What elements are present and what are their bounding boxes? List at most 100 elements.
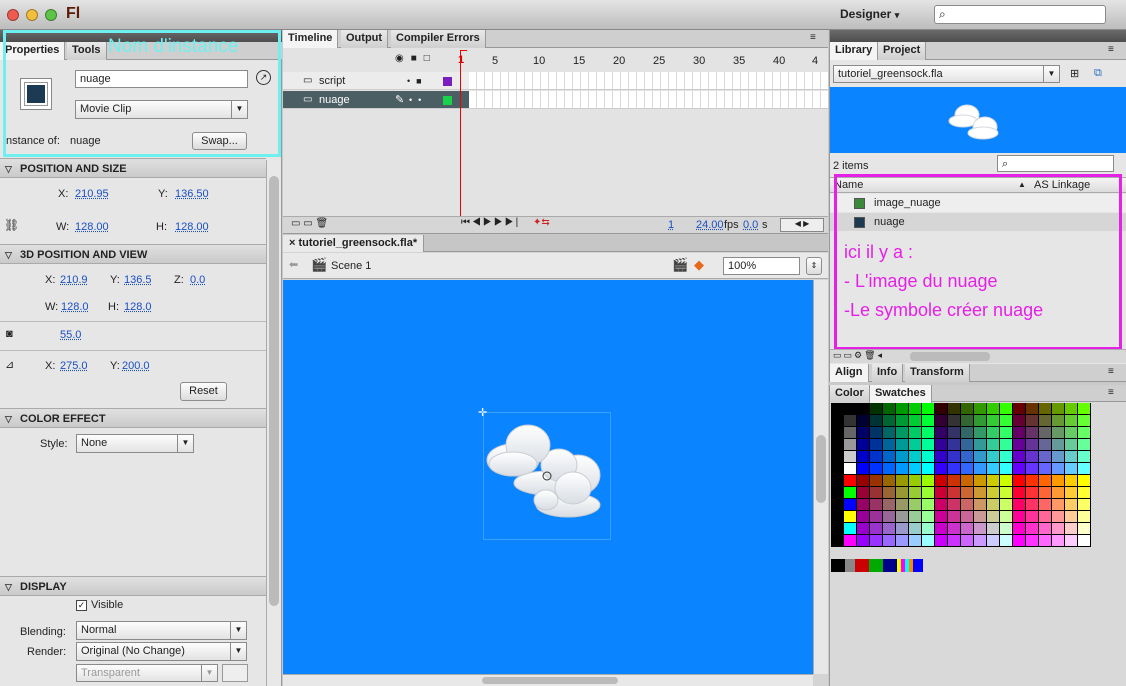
color-swatch[interactable] (844, 439, 857, 451)
color-swatch[interactable] (1013, 439, 1026, 451)
color-swatch[interactable] (987, 451, 1000, 463)
color-swatch[interactable] (844, 499, 857, 511)
color-swatch[interactable] (1039, 427, 1052, 439)
color-swatch[interactable] (870, 475, 883, 487)
panel-menu-icon[interactable]: ≡ (1108, 387, 1114, 398)
color-swatch[interactable] (857, 535, 870, 547)
tab-align[interactable]: Align (830, 364, 869, 382)
color-swatch[interactable] (870, 415, 883, 427)
color-swatch[interactable] (857, 487, 870, 499)
color-swatch[interactable] (1026, 499, 1039, 511)
color-swatch[interactable] (948, 463, 961, 475)
color-swatch[interactable] (987, 403, 1000, 415)
color-swatch[interactable] (909, 523, 922, 535)
current-frame-readout[interactable]: 1 (668, 219, 674, 231)
library-hscroll-thumb[interactable] (910, 352, 990, 361)
color-swatch[interactable] (1039, 523, 1052, 535)
color-swatch[interactable] (1065, 523, 1078, 535)
timeline-scroll[interactable]: ◀ ▶ (780, 218, 824, 232)
section-color-effect[interactable]: COLOR EFFECT (0, 408, 266, 429)
color-swatch[interactable] (831, 511, 844, 523)
color-swatch[interactable] (857, 451, 870, 463)
x-value[interactable]: 210.95 (75, 188, 109, 200)
color-swatch[interactable] (1000, 535, 1013, 547)
color-swatch[interactable] (909, 535, 922, 547)
color-swatch[interactable] (1039, 415, 1052, 427)
h3-value[interactable]: 128.0 (124, 301, 152, 313)
color-swatch[interactable] (1000, 439, 1013, 451)
color-swatch[interactable] (1065, 487, 1078, 499)
color-swatch[interactable] (974, 463, 987, 475)
color-swatch[interactable] (961, 475, 974, 487)
layer-buttons-icon[interactable]: ▭ ▭ 🗑 (291, 218, 328, 229)
color-swatch[interactable] (922, 463, 935, 475)
x3-value[interactable]: 210.9 (60, 274, 88, 286)
color-swatch[interactable] (974, 415, 987, 427)
color-swatch[interactable] (1000, 403, 1013, 415)
color-swatch[interactable] (922, 499, 935, 511)
color-swatch[interactable] (1078, 415, 1091, 427)
color-swatch[interactable] (1078, 463, 1091, 475)
color-swatch[interactable] (896, 463, 909, 475)
color-swatch[interactable] (1078, 499, 1091, 511)
color-swatch[interactable] (883, 451, 896, 463)
cloud-movie-clip[interactable] (483, 420, 613, 530)
color-swatch[interactable] (974, 535, 987, 547)
color-swatch[interactable] (961, 439, 974, 451)
color-swatch[interactable] (987, 487, 1000, 499)
library-buttons-icon[interactable]: ▭▭⚙🗑◂ (833, 350, 884, 361)
z3-value[interactable]: 0.0 (190, 274, 205, 286)
color-swatch[interactable] (1052, 403, 1065, 415)
color-swatch[interactable] (1026, 439, 1039, 451)
color-swatch[interactable] (870, 439, 883, 451)
document-tab[interactable]: × tutoriel_greensock.fla* (283, 235, 425, 252)
color-swatch[interactable] (961, 487, 974, 499)
color-swatch[interactable] (1039, 535, 1052, 547)
color-swatch[interactable] (935, 439, 948, 451)
color-swatch[interactable] (870, 487, 883, 499)
stage-vertical-scrollbar[interactable] (813, 280, 828, 674)
properties-scrollbar[interactable] (266, 160, 281, 686)
color-swatch[interactable] (1039, 475, 1052, 487)
tab-swatches[interactable]: Swatches (870, 385, 932, 403)
zoom-dropdown[interactable]: 100% (723, 257, 800, 275)
color-swatch[interactable] (844, 403, 857, 415)
color-swatch[interactable] (883, 415, 896, 427)
color-swatch[interactable] (857, 427, 870, 439)
color-swatch[interactable] (1000, 499, 1013, 511)
color-swatch[interactable] (1078, 475, 1091, 487)
color-swatch[interactable] (883, 475, 896, 487)
edit-symbols-icon[interactable]: ◆ (694, 257, 704, 273)
stage[interactable]: ✛ (283, 280, 813, 674)
color-swatch[interactable] (922, 475, 935, 487)
color-swatch[interactable] (844, 427, 857, 439)
color-swatch[interactable] (1078, 535, 1091, 547)
tab-transform[interactable]: Transform (905, 364, 970, 382)
back-arrow-icon[interactable]: ⬅ (289, 258, 298, 271)
color-swatch[interactable] (1065, 475, 1078, 487)
color-swatch[interactable] (987, 535, 1000, 547)
color-swatch[interactable] (961, 523, 974, 535)
color-swatch[interactable] (1039, 487, 1052, 499)
color-swatch[interactable] (896, 415, 909, 427)
tab-output[interactable]: Output (341, 30, 389, 48)
color-swatch[interactable] (987, 523, 1000, 535)
color-swatch[interactable] (1013, 427, 1026, 439)
color-swatch[interactable] (883, 439, 896, 451)
color-swatch[interactable] (1052, 463, 1065, 475)
color-swatch[interactable] (935, 535, 948, 547)
color-swatch[interactable] (1026, 463, 1039, 475)
color-swatch[interactable] (948, 415, 961, 427)
tab-compiler-errors[interactable]: Compiler Errors (391, 30, 486, 48)
color-swatch[interactable] (948, 499, 961, 511)
color-swatch[interactable] (1026, 487, 1039, 499)
background-color-swatch[interactable] (222, 664, 248, 682)
color-swatch[interactable] (1039, 451, 1052, 463)
color-swatch[interactable] (935, 403, 948, 415)
color-swatch[interactable] (1013, 535, 1026, 547)
color-swatch[interactable] (1000, 487, 1013, 499)
library-search-input[interactable]: ⌕ (997, 155, 1114, 172)
color-swatch[interactable] (883, 511, 896, 523)
help-search-input[interactable]: ⌕ (934, 5, 1106, 24)
zoom-stepper[interactable]: ⇕ (806, 257, 822, 275)
